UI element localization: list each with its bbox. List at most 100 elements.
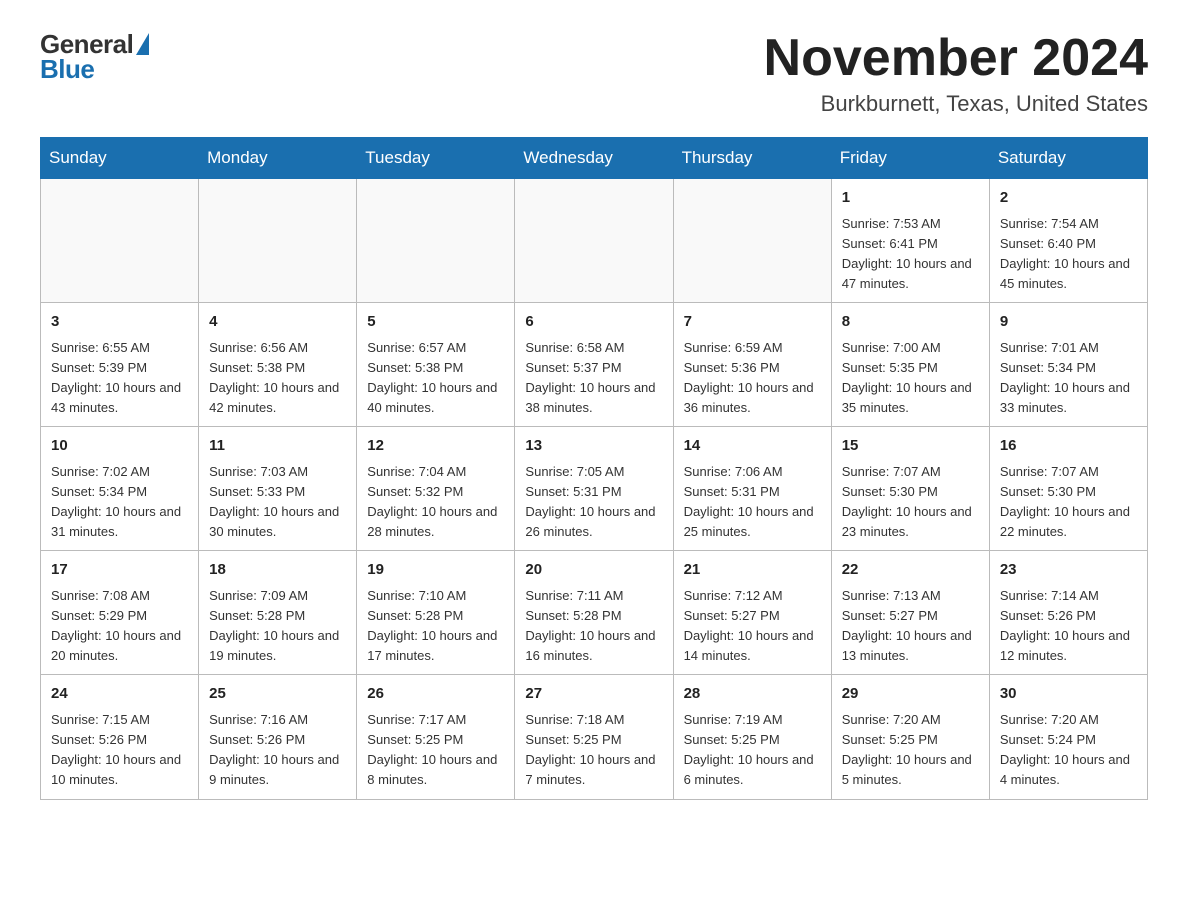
sun-info: Sunrise: 7:54 AMSunset: 6:40 PMDaylight:… bbox=[1000, 214, 1137, 295]
day-number: 16 bbox=[1000, 435, 1137, 458]
weekday-header-monday: Monday bbox=[199, 138, 357, 179]
calendar-cell: 11 Sunrise: 7:03 AMSunset: 5:33 PMDayligh… bbox=[199, 427, 357, 551]
logo: General Blue bbox=[40, 30, 149, 83]
calendar-cell: 24Sunrise: 7:15 AMSunset: 5:26 PMDayligh… bbox=[41, 675, 199, 799]
calendar-cell bbox=[673, 179, 831, 303]
day-number: 22 bbox=[842, 559, 979, 582]
logo-triangle-icon bbox=[136, 33, 149, 55]
day-number: 3 bbox=[51, 311, 188, 334]
sun-info: Sunrise: 7:53 AMSunset: 6:41 PMDaylight:… bbox=[842, 214, 979, 295]
day-number: 23 bbox=[1000, 559, 1137, 582]
day-number: 9 bbox=[1000, 311, 1137, 334]
calendar-cell: 13Sunrise: 7:05 AMSunset: 5:31 PMDayligh… bbox=[515, 427, 673, 551]
sun-info: Sunrise: 7:09 AMSunset: 5:28 PMDaylight:… bbox=[209, 586, 346, 667]
day-number: 17 bbox=[51, 559, 188, 582]
location-text: Burkburnett, Texas, United States bbox=[764, 91, 1148, 117]
sun-info: Sunrise: 7:03 AMSunset: 5:33 PMDaylight:… bbox=[209, 462, 346, 543]
calendar-cell bbox=[41, 179, 199, 303]
calendar-cell: 18 Sunrise: 7:09 AMSunset: 5:28 PMDayligh… bbox=[199, 551, 357, 675]
day-number: 11 bbox=[209, 435, 346, 458]
calendar-cell: 19 Sunrise: 7:10 AMSunset: 5:28 PMDayligh… bbox=[357, 551, 515, 675]
day-number: 18 bbox=[209, 559, 346, 582]
sun-info: Sunrise: 7:14 AMSunset: 5:26 PMDaylight:… bbox=[1000, 586, 1137, 667]
logo-blue-text: Blue bbox=[40, 55, 149, 84]
calendar-cell: 17 Sunrise: 7:08 AMSunset: 5:29 PMDayligh… bbox=[41, 551, 199, 675]
day-number: 20 bbox=[525, 559, 662, 582]
calendar-cell: 9 Sunrise: 7:01 AMSunset: 5:34 PMDaylight… bbox=[989, 303, 1147, 427]
sun-info: Sunrise: 7:13 AMSunset: 5:27 PMDaylight:… bbox=[842, 586, 979, 667]
calendar-table: SundayMondayTuesdayWednesdayThursdayFrid… bbox=[40, 137, 1148, 799]
weekday-header-friday: Friday bbox=[831, 138, 989, 179]
sun-info: Sunrise: 7:16 AMSunset: 5:26 PMDaylight:… bbox=[209, 710, 346, 791]
calendar-cell: 7 Sunrise: 6:59 AMSunset: 5:36 PMDaylight… bbox=[673, 303, 831, 427]
day-number: 5 bbox=[367, 311, 504, 334]
day-number: 27 bbox=[525, 683, 662, 706]
calendar-cell bbox=[515, 179, 673, 303]
calendar-cell: 30 Sunrise: 7:20 AMSunset: 5:24 PMDayligh… bbox=[989, 675, 1147, 799]
calendar-cell bbox=[199, 179, 357, 303]
calendar-cell: 3 Sunrise: 6:55 AMSunset: 5:39 PMDaylight… bbox=[41, 303, 199, 427]
calendar-cell: 10Sunrise: 7:02 AMSunset: 5:34 PMDayligh… bbox=[41, 427, 199, 551]
day-number: 6 bbox=[525, 311, 662, 334]
day-number: 14 bbox=[684, 435, 821, 458]
calendar-cell: 22 Sunrise: 7:13 AMSunset: 5:27 PMDayligh… bbox=[831, 551, 989, 675]
calendar-cell: 26Sunrise: 7:17 AMSunset: 5:25 PMDayligh… bbox=[357, 675, 515, 799]
sun-info: Sunrise: 7:06 AMSunset: 5:31 PMDaylight:… bbox=[684, 462, 821, 543]
day-number: 10 bbox=[51, 435, 188, 458]
weekday-header-sunday: Sunday bbox=[41, 138, 199, 179]
calendar-cell: 15 Sunrise: 7:07 AMSunset: 5:30 PMDayligh… bbox=[831, 427, 989, 551]
sun-info: Sunrise: 6:57 AMSunset: 5:38 PMDaylight:… bbox=[367, 338, 504, 419]
weekday-header-tuesday: Tuesday bbox=[357, 138, 515, 179]
month-title: November 2024 bbox=[764, 30, 1148, 87]
calendar-cell: 28 Sunrise: 7:19 AMSunset: 5:25 PMDayligh… bbox=[673, 675, 831, 799]
sun-info: Sunrise: 7:11 AMSunset: 5:28 PMDaylight:… bbox=[525, 586, 662, 667]
sun-info: Sunrise: 7:00 AMSunset: 5:35 PMDaylight:… bbox=[842, 338, 979, 419]
day-number: 12 bbox=[367, 435, 504, 458]
day-number: 15 bbox=[842, 435, 979, 458]
sun-info: Sunrise: 7:01 AMSunset: 5:34 PMDaylight:… bbox=[1000, 338, 1137, 419]
sun-info: Sunrise: 7:07 AMSunset: 5:30 PMDaylight:… bbox=[842, 462, 979, 543]
day-number: 28 bbox=[684, 683, 821, 706]
calendar-cell: 25 Sunrise: 7:16 AMSunset: 5:26 PMDayligh… bbox=[199, 675, 357, 799]
sun-info: Sunrise: 7:05 AMSunset: 5:31 PMDaylight:… bbox=[525, 462, 662, 543]
calendar-cell: 29 Sunrise: 7:20 AMSunset: 5:25 PMDayligh… bbox=[831, 675, 989, 799]
calendar-cell: 6 Sunrise: 6:58 AMSunset: 5:37 PMDaylight… bbox=[515, 303, 673, 427]
day-number: 29 bbox=[842, 683, 979, 706]
calendar-cell: 5 Sunrise: 6:57 AMSunset: 5:38 PMDaylight… bbox=[357, 303, 515, 427]
day-number: 7 bbox=[684, 311, 821, 334]
day-number: 1 bbox=[842, 187, 979, 210]
calendar-cell: 21 Sunrise: 7:12 AMSunset: 5:27 PMDayligh… bbox=[673, 551, 831, 675]
sun-info: Sunrise: 7:04 AMSunset: 5:32 PMDaylight:… bbox=[367, 462, 504, 543]
calendar-cell: 16 Sunrise: 7:07 AMSunset: 5:30 PMDayligh… bbox=[989, 427, 1147, 551]
sun-info: Sunrise: 7:12 AMSunset: 5:27 PMDaylight:… bbox=[684, 586, 821, 667]
sun-info: Sunrise: 7:10 AMSunset: 5:28 PMDaylight:… bbox=[367, 586, 504, 667]
sun-info: Sunrise: 7:07 AMSunset: 5:30 PMDaylight:… bbox=[1000, 462, 1137, 543]
sun-info: Sunrise: 7:20 AMSunset: 5:25 PMDaylight:… bbox=[842, 710, 979, 791]
sun-info: Sunrise: 6:59 AMSunset: 5:36 PMDaylight:… bbox=[684, 338, 821, 419]
calendar-cell: 23 Sunrise: 7:14 AMSunset: 5:26 PMDayligh… bbox=[989, 551, 1147, 675]
weekday-header-wednesday: Wednesday bbox=[515, 138, 673, 179]
calendar-cell: 14 Sunrise: 7:06 AMSunset: 5:31 PMDayligh… bbox=[673, 427, 831, 551]
sun-info: Sunrise: 6:56 AMSunset: 5:38 PMDaylight:… bbox=[209, 338, 346, 419]
calendar-cell: 8 Sunrise: 7:00 AMSunset: 5:35 PMDaylight… bbox=[831, 303, 989, 427]
day-number: 8 bbox=[842, 311, 979, 334]
day-number: 24 bbox=[51, 683, 188, 706]
day-number: 19 bbox=[367, 559, 504, 582]
day-number: 4 bbox=[209, 311, 346, 334]
sun-info: Sunrise: 6:55 AMSunset: 5:39 PMDaylight:… bbox=[51, 338, 188, 419]
sun-info: Sunrise: 7:18 AMSunset: 5:25 PMDaylight:… bbox=[525, 710, 662, 791]
calendar-cell: 27 Sunrise: 7:18 AMSunset: 5:25 PMDayligh… bbox=[515, 675, 673, 799]
calendar-cell bbox=[357, 179, 515, 303]
title-area: November 2024 Burkburnett, Texas, United… bbox=[764, 30, 1148, 117]
sun-info: Sunrise: 7:19 AMSunset: 5:25 PMDaylight:… bbox=[684, 710, 821, 791]
sun-info: Sunrise: 7:17 AMSunset: 5:25 PMDaylight:… bbox=[367, 710, 504, 791]
sun-info: Sunrise: 7:08 AMSunset: 5:29 PMDaylight:… bbox=[51, 586, 188, 667]
sun-info: Sunrise: 6:58 AMSunset: 5:37 PMDaylight:… bbox=[525, 338, 662, 419]
day-number: 21 bbox=[684, 559, 821, 582]
day-number: 25 bbox=[209, 683, 346, 706]
calendar-cell: 1 Sunrise: 7:53 AMSunset: 6:41 PMDaylight… bbox=[831, 179, 989, 303]
calendar-cell: 4 Sunrise: 6:56 AMSunset: 5:38 PMDaylight… bbox=[199, 303, 357, 427]
calendar-cell: 12 Sunrise: 7:04 AMSunset: 5:32 PMDayligh… bbox=[357, 427, 515, 551]
sun-info: Sunrise: 7:20 AMSunset: 5:24 PMDaylight:… bbox=[1000, 710, 1137, 791]
day-number: 30 bbox=[1000, 683, 1137, 706]
